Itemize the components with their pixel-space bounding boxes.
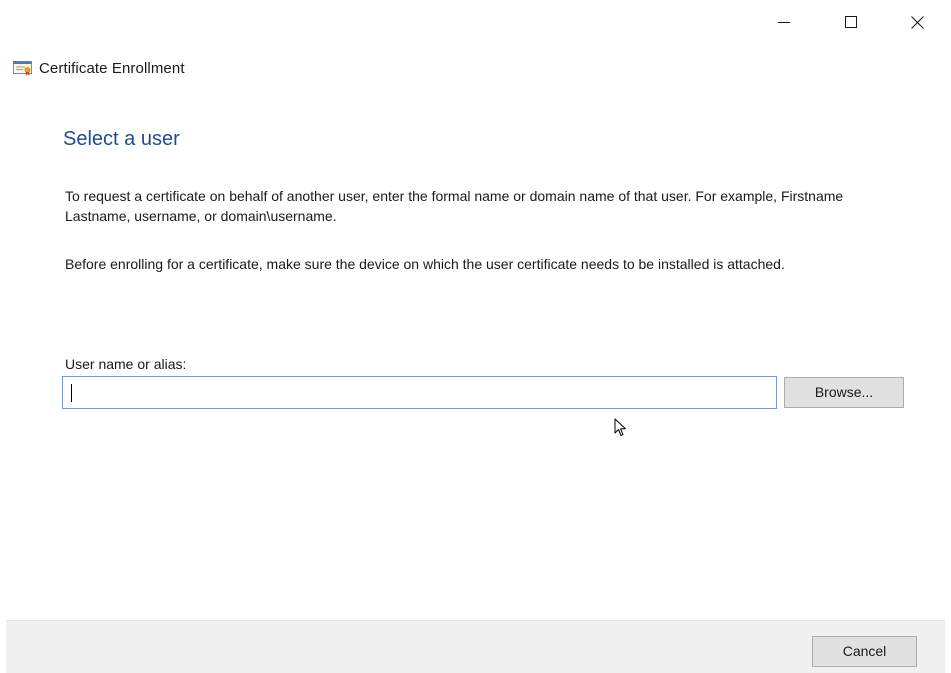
mouse-pointer-icon [614, 418, 626, 436]
page-heading: Select a user [63, 128, 180, 150]
device-note-text: Before enrolling for a certificate, make… [65, 256, 785, 272]
minimize-button[interactable] [750, 0, 817, 44]
certificate-enrollment-window: Certificate Enrollment Select a user To … [0, 0, 951, 673]
dialog-footer: Cancel [6, 620, 945, 673]
window-caption-controls [750, 0, 951, 44]
cancel-button[interactable]: Cancel [812, 636, 917, 667]
instruction-text: To request a certificate on behalf of an… [65, 188, 844, 224]
maximize-button[interactable] [817, 0, 884, 44]
certificate-icon [13, 60, 33, 76]
text-caret [71, 384, 72, 402]
user-name-input[interactable] [62, 376, 777, 409]
close-button[interactable] [884, 0, 951, 44]
maximize-icon [844, 16, 857, 28]
browse-button[interactable]: Browse... [784, 377, 904, 408]
close-icon [911, 15, 924, 29]
user-name-label: User name or alias: [65, 356, 187, 372]
minimize-icon [777, 22, 790, 23]
window-title-bar: Certificate Enrollment [13, 58, 185, 78]
window-title: Certificate Enrollment [39, 59, 185, 77]
